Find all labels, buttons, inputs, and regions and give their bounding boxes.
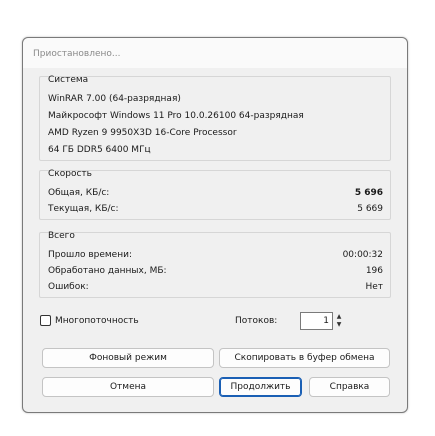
os-info: Майкрософт Windows 11 Pro 10.0.26100 64-… (48, 111, 304, 121)
copy-to-clipboard-button[interactable]: Скопировать в буфер обмена (219, 348, 390, 368)
multithreading-checkbox[interactable] (40, 315, 51, 326)
background-mode-button[interactable]: Фоновый режим (42, 348, 214, 368)
elapsed-time-value: 00:00:32 (342, 250, 383, 260)
processed-data-value: 196 (365, 266, 383, 276)
stepper-down-icon[interactable]: ▼ (334, 321, 344, 329)
speed-group: Скорость Общая, КБ/с: 5 696 Текущая, КБ/… (39, 169, 391, 220)
overall-speed-label: Общая, КБ/с: (48, 188, 110, 198)
memory-info: 64 ГБ DDR5 6400 МГц (48, 145, 151, 155)
window-title: Приостановлено... (33, 49, 121, 59)
winrar-version: WinRAR 7.00 (64-разрядная) (48, 94, 181, 104)
system-group-label: Система (48, 75, 89, 85)
errors-label: Ошибок: (48, 282, 89, 292)
multithreading-label[interactable]: Многопоточность (55, 316, 139, 326)
current-speed-value: 5 669 (357, 204, 383, 214)
threads-stepper[interactable]: ▲ ▼ (334, 313, 344, 329)
title-bar[interactable]: Приостановлено... (23, 38, 407, 68)
current-speed-label: Текущая, КБ/с: (48, 204, 119, 214)
help-button[interactable]: Справка (309, 377, 390, 397)
overall-speed-value: 5 696 (354, 188, 383, 198)
processed-data-label: Обработано данных, МБ: (48, 266, 167, 276)
elapsed-time-label: Прошло времени: (48, 250, 132, 260)
cpu-info: AMD Ryzen 9 9950X3D 16-Core Processor (48, 128, 237, 138)
threads-input[interactable]: 1 (300, 312, 333, 330)
resume-button[interactable]: Продолжить (219, 377, 302, 397)
stepper-up-icon[interactable]: ▲ (334, 313, 344, 321)
cancel-button[interactable]: Отмена (42, 377, 214, 397)
benchmark-dialog: Приостановлено... Система WinRAR 7.00 (6… (22, 37, 408, 413)
errors-value: Нет (365, 282, 383, 292)
total-group: Всего Прошло времени: 00:00:32 Обработан… (39, 231, 391, 298)
speed-group-label: Скорость (48, 169, 92, 179)
threads-value: 1 (323, 316, 329, 326)
threads-label: Потоков: (235, 316, 278, 326)
total-group-label: Всего (48, 231, 75, 241)
system-group: Система WinRAR 7.00 (64-разрядная) Майкр… (39, 75, 391, 161)
